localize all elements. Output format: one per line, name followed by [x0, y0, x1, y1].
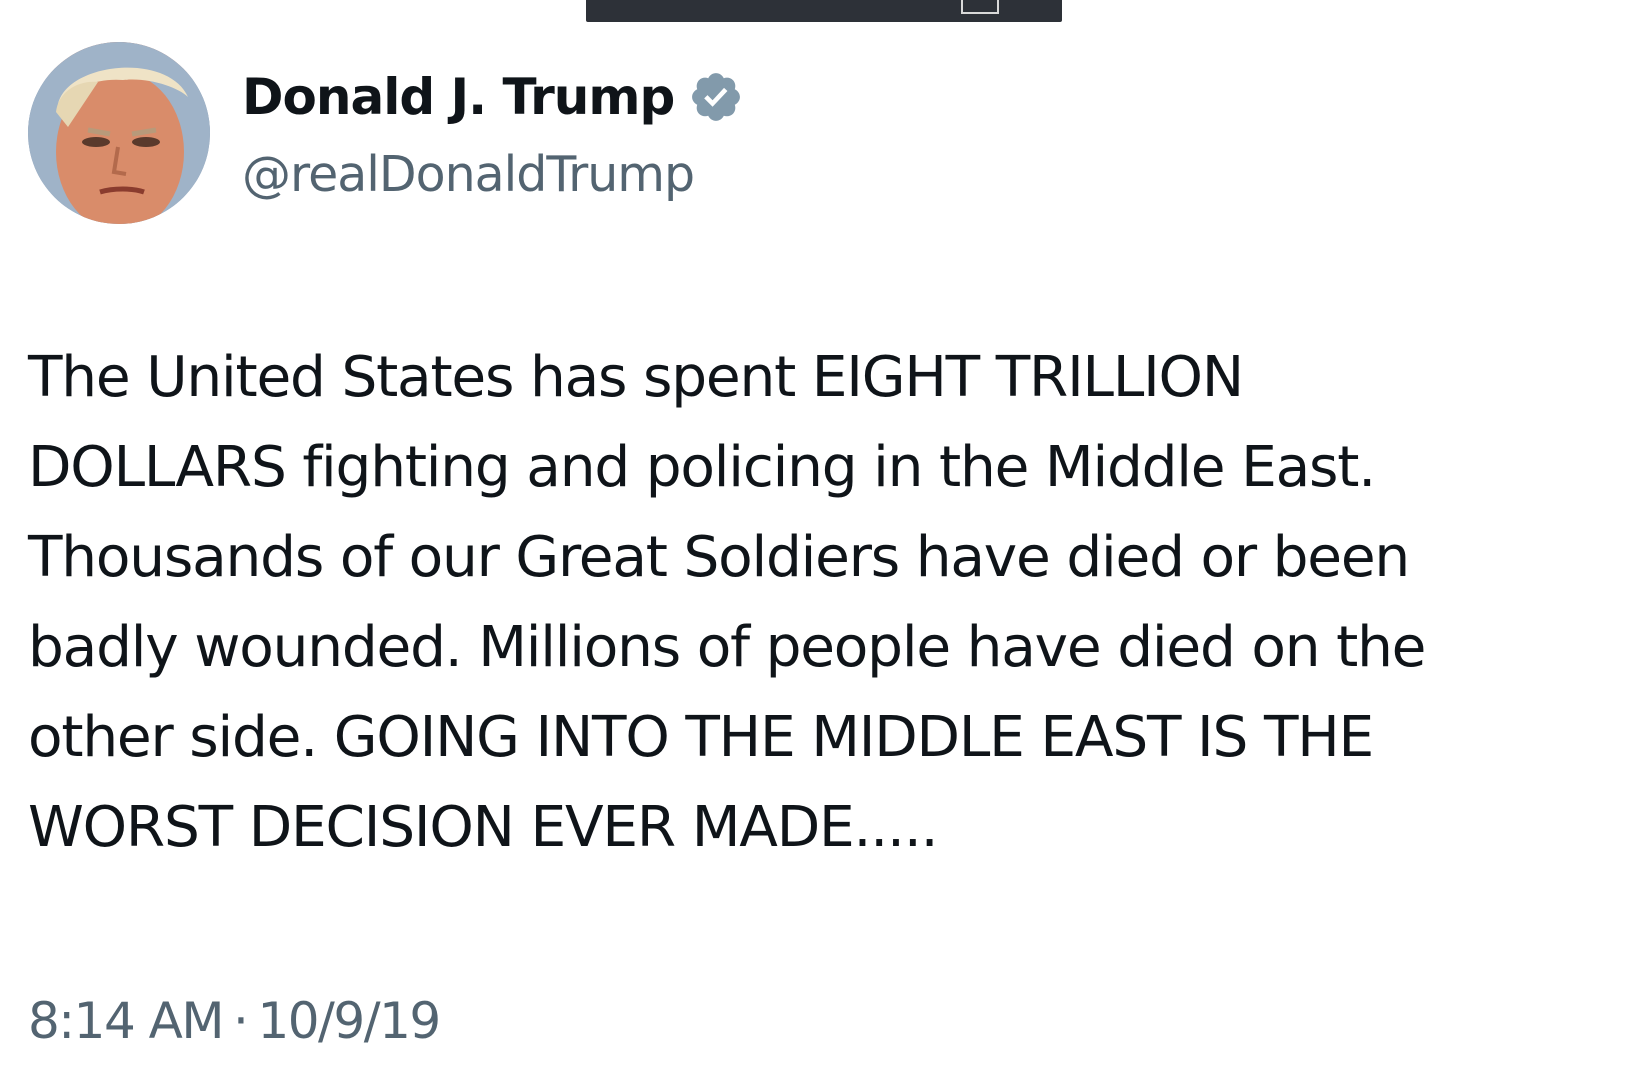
tweet-time: 8:14 AM — [28, 992, 225, 1050]
timestamp-separator: · — [233, 992, 249, 1050]
verified-badge-icon[interactable] — [688, 69, 744, 125]
tweet-timestamp[interactable]: 8:14 AM · 10/9/19 — [28, 992, 441, 1050]
window-control-icon — [961, 0, 999, 14]
author-name-row[interactable]: Donald J. Trump — [242, 66, 744, 128]
tweet-date: 10/9/19 — [257, 992, 441, 1050]
avatar-portrait-icon — [28, 42, 210, 224]
top-overlay-bar — [586, 0, 1062, 22]
tweet-text: The United States has spent EIGHT TRILLI… — [28, 345, 1426, 860]
avatar[interactable] — [28, 42, 210, 224]
author-handle[interactable]: @realDonaldTrump — [242, 146, 695, 203]
author-display-name[interactable]: Donald J. Trump — [242, 68, 675, 126]
